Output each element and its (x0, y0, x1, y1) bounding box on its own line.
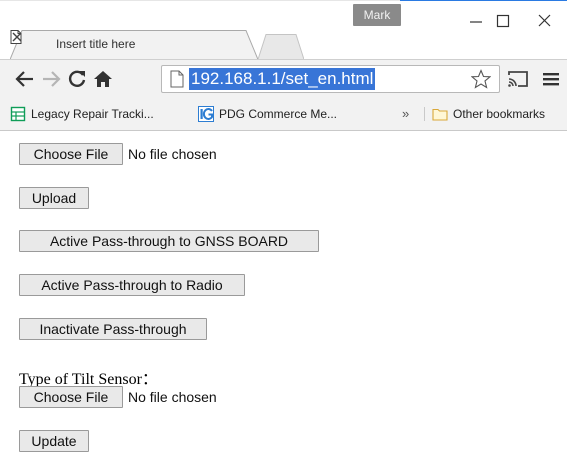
bookmarks-bar: Legacy Repair Tracki... PDG Commerce Me.… (0, 98, 567, 131)
reload-icon[interactable] (66, 68, 88, 90)
upload-button[interactable]: Upload (19, 187, 89, 209)
close-window-icon[interactable] (524, 10, 564, 32)
browser-toolbar: 192.168.1.1/set_en.html (0, 59, 567, 98)
inactivate-passthrough-button[interactable]: Inactivate Pass-through (19, 318, 207, 340)
new-tab-button[interactable] (258, 34, 304, 60)
update-button[interactable]: Update (19, 430, 89, 452)
folder-icon (432, 108, 448, 121)
choose-file-button-2[interactable]: Choose File (19, 386, 123, 408)
ig-icon (198, 106, 214, 122)
address-bar[interactable]: 192.168.1.1/set_en.html (161, 65, 500, 93)
forward-arrow-icon[interactable] (40, 68, 62, 90)
menu-icon[interactable] (540, 69, 562, 89)
page-info-icon[interactable] (170, 70, 184, 88)
tab-close-icon[interactable] (10, 30, 24, 44)
tab-title: Insert title here (56, 37, 136, 51)
gnss-passthrough-button[interactable]: Active Pass-through to GNSS BOARD (19, 230, 319, 252)
maximize-icon[interactable] (483, 10, 523, 32)
home-icon[interactable] (92, 68, 114, 90)
sheet-icon (10, 106, 26, 122)
bookmark-star-icon[interactable] (471, 69, 491, 89)
tab-active[interactable]: Insert title here (10, 30, 258, 60)
bookmarks-divider (424, 107, 425, 121)
window-top-border (0, 0, 567, 2)
file-status-text-2: No file chosen (128, 389, 217, 405)
bookmark-legacy-repair[interactable]: Legacy Repair Tracki... (31, 98, 154, 130)
bookmark-pdg-commerce[interactable]: PDG Commerce Me... (219, 98, 337, 130)
choose-file-button[interactable]: Choose File (19, 143, 123, 165)
bookmarks-overflow-button[interactable]: » (402, 98, 409, 130)
cast-icon[interactable] (506, 69, 530, 89)
title-bar: Mark Insert title here (0, 0, 567, 60)
radio-passthrough-button[interactable]: Active Pass-through to Radio (19, 274, 245, 296)
back-arrow-icon[interactable] (14, 68, 36, 90)
page-content: Choose File No file chosen Upload Active… (0, 131, 567, 470)
other-bookmarks-folder[interactable]: Other bookmarks (453, 98, 545, 130)
file-status-text: No file chosen (128, 146, 217, 162)
profile-button[interactable]: Mark (353, 4, 401, 26)
url-text[interactable]: 192.168.1.1/set_en.html (189, 68, 376, 90)
